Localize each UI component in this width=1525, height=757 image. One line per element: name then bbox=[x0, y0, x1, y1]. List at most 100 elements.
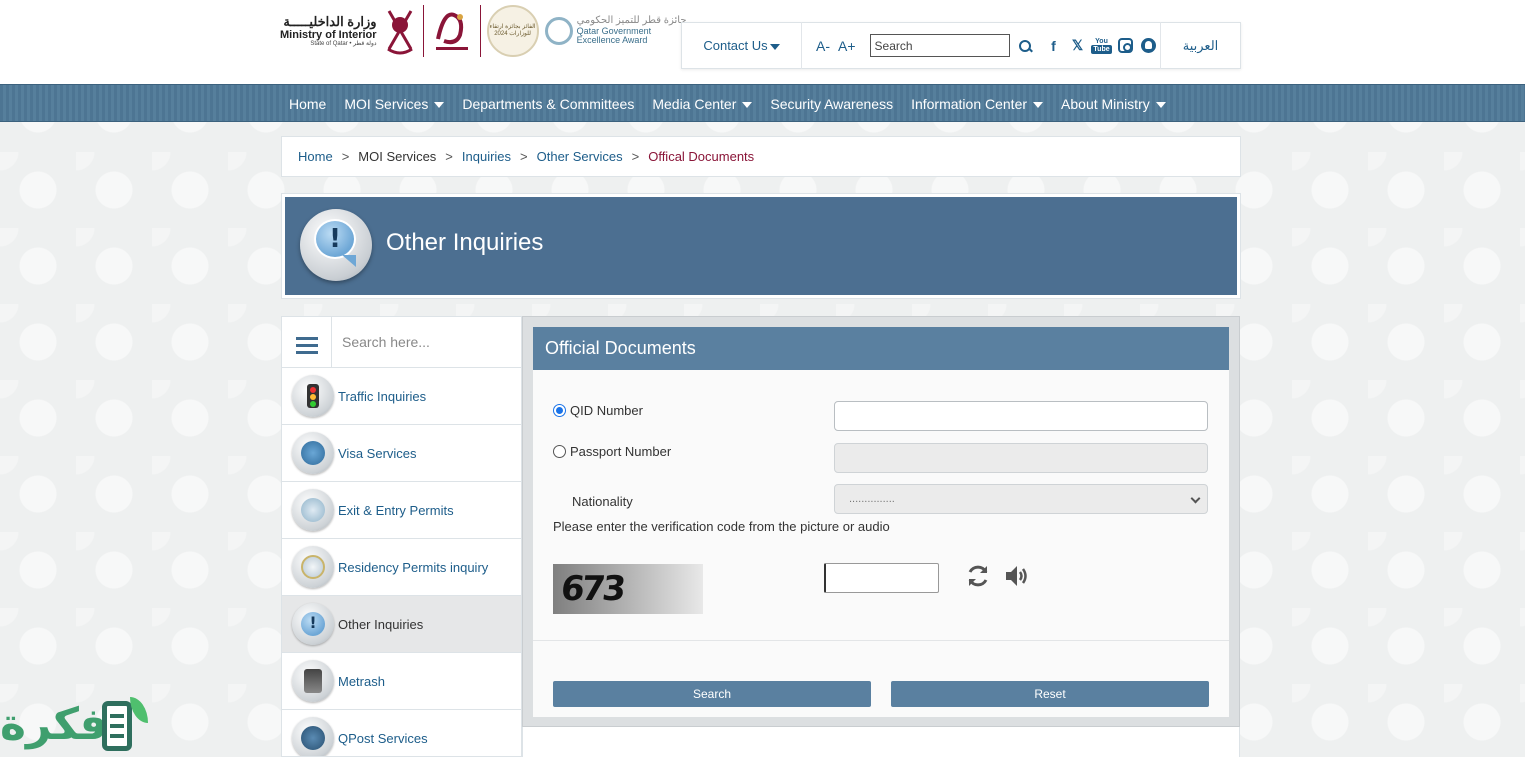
ministry-arabic-name: وزارة الداخليـــــة bbox=[283, 13, 377, 29]
passport-option[interactable]: Passport Number bbox=[553, 444, 671, 459]
nav-media-center[interactable]: Media Center bbox=[643, 85, 761, 123]
main-navigation: Home MOI Services Departments & Committe… bbox=[0, 84, 1525, 122]
font-increase-button[interactable]: A+ bbox=[838, 38, 856, 54]
nav-moi-services[interactable]: MOI Services bbox=[335, 85, 453, 123]
sidebar-item-label: QPost Services bbox=[338, 730, 428, 746]
state-name: State of Qatar • دولة قطر bbox=[310, 40, 377, 47]
qid-label: QID Number bbox=[570, 403, 643, 418]
services-sidebar: Traffic Inquiries Visa Services Exit & E… bbox=[281, 316, 522, 757]
passport-radio[interactable] bbox=[553, 445, 566, 458]
breadcrumb-other-services[interactable]: Other Services bbox=[537, 149, 623, 164]
page-banner: Other Inquiries bbox=[281, 193, 1241, 299]
breadcrumb: Home > MOI Services > Inquiries > Other … bbox=[281, 136, 1241, 177]
sidebar-item-residency[interactable]: Residency Permits inquiry bbox=[282, 539, 521, 596]
contact-us-dropdown[interactable]: Contact Us bbox=[682, 22, 802, 69]
passport-input[interactable] bbox=[834, 443, 1208, 473]
document-icon bbox=[102, 701, 132, 751]
breadcrumb-inquiries[interactable]: Inquiries bbox=[462, 149, 511, 164]
sidebar-search-input[interactable] bbox=[332, 317, 517, 367]
form-title: Official Documents bbox=[533, 327, 1229, 370]
airplane-icon bbox=[292, 489, 334, 531]
breadcrumb-current: Offical Documents bbox=[648, 149, 755, 164]
chevron-down-icon bbox=[1190, 493, 1201, 504]
nav-home[interactable]: Home bbox=[280, 85, 335, 123]
caret-down-icon bbox=[1033, 102, 1044, 109]
nav-departments-label: Departments & Committees bbox=[462, 96, 635, 112]
caret-down-icon bbox=[742, 102, 753, 109]
search-icon[interactable] bbox=[1018, 39, 1032, 53]
speaker-icon[interactable] bbox=[1003, 563, 1029, 589]
nav-information-center[interactable]: Information Center bbox=[902, 85, 1052, 123]
nav-security-awareness-label: Security Awareness bbox=[770, 96, 894, 112]
language-switch-link[interactable]: العربية bbox=[1160, 22, 1240, 69]
nav-security-awareness[interactable]: Security Awareness bbox=[761, 85, 902, 123]
ministry-english-name: Ministry of Interior bbox=[280, 28, 377, 41]
nav-about-ministry[interactable]: About Ministry bbox=[1052, 85, 1175, 123]
sidebar-item-label: Exit & Entry Permits bbox=[338, 502, 454, 518]
sidebar-item-qpost[interactable]: QPost Services bbox=[282, 710, 521, 756]
leaf-icon bbox=[130, 697, 148, 723]
nav-information-center-label: Information Center bbox=[911, 96, 1028, 112]
breadcrumb-separator: > bbox=[445, 149, 453, 164]
qid-input[interactable] bbox=[834, 401, 1208, 431]
nationality-selected-value: ............... bbox=[849, 493, 895, 505]
sidebar-item-other-inquiries[interactable]: Other Inquiries bbox=[282, 596, 521, 653]
snapchat-icon[interactable] bbox=[1140, 38, 1156, 53]
sidebar-item-metrash[interactable]: Metrash bbox=[282, 653, 521, 710]
breadcrumb-moi-services[interactable]: MOI Services bbox=[358, 149, 436, 164]
caret-down-icon bbox=[769, 43, 780, 50]
sidebar-item-exit-entry[interactable]: Exit & Entry Permits bbox=[282, 482, 521, 539]
passport-label: Passport Number bbox=[570, 444, 672, 459]
excellence-award-logo: جائزة قطر للتميز الحكومي Qatar Governmen… bbox=[544, 16, 687, 45]
instagram-icon[interactable] bbox=[1117, 38, 1133, 53]
sidebar-item-label: Visa Services bbox=[338, 445, 417, 461]
breadcrumb-separator: > bbox=[631, 149, 640, 164]
refresh-icon[interactable] bbox=[965, 563, 991, 589]
nav-about-ministry-label: About Ministry bbox=[1061, 96, 1150, 112]
qatar-emblem-icon bbox=[386, 10, 413, 55]
top-header: وزارة الداخليـــــة Ministry of Interior… bbox=[0, 0, 1525, 84]
menu-icon[interactable] bbox=[282, 317, 332, 368]
official-documents-form: Official Documents QID Number Passport N… bbox=[533, 327, 1229, 717]
globe-icon bbox=[292, 432, 334, 474]
captcha-code: 673 bbox=[558, 569, 626, 609]
nationality-select[interactable]: ............... bbox=[834, 484, 1208, 514]
nav-departments[interactable]: Departments & Committees bbox=[453, 85, 643, 123]
moi-logo-text[interactable]: وزارة الداخليـــــة Ministry of Interior… bbox=[280, 13, 377, 48]
sidebar-item-label: Traffic Inquiries bbox=[338, 388, 427, 404]
magnifier-document-icon bbox=[292, 546, 334, 588]
breadcrumb-home[interactable]: Home bbox=[298, 149, 333, 164]
sidebar-item-traffic[interactable]: Traffic Inquiries bbox=[282, 368, 521, 425]
logo-group: وزارة الداخليـــــة Ministry of Interior… bbox=[280, 0, 687, 62]
nav-media-center-label: Media Center bbox=[652, 96, 737, 112]
captcha-image: 673 bbox=[553, 564, 703, 614]
sidebar-item-label: Metrash bbox=[338, 673, 385, 689]
mobile-phone-icon bbox=[292, 660, 334, 702]
x-twitter-icon[interactable]: 𝕏 bbox=[1070, 37, 1086, 54]
traffic-light-icon bbox=[292, 375, 334, 417]
fikra-watermark-logo: فكرة bbox=[0, 695, 152, 757]
facebook-icon[interactable]: f bbox=[1046, 38, 1062, 54]
sidebar-item-visa[interactable]: Visa Services bbox=[282, 425, 521, 482]
logo-divider bbox=[479, 5, 481, 57]
nav-moi-services-label: MOI Services bbox=[344, 96, 429, 112]
nationality-label: Nationality bbox=[572, 494, 633, 509]
social-links: f 𝕏 You Tube bbox=[1046, 37, 1156, 54]
site-search-input[interactable] bbox=[869, 34, 1010, 57]
content-footer-area bbox=[522, 727, 1240, 757]
utility-bar: Contact Us A- A+ f 𝕏 YouTube العربية bbox=[681, 22, 1241, 69]
caret-down-icon bbox=[434, 102, 445, 109]
watermark-text: فكرة bbox=[0, 699, 108, 750]
qid-radio[interactable] bbox=[553, 404, 566, 417]
reset-button[interactable]: Reset bbox=[891, 681, 1209, 707]
breadcrumb-separator: > bbox=[341, 149, 350, 164]
qid-option[interactable]: QID Number bbox=[553, 403, 643, 418]
youtube-icon[interactable]: You Tube bbox=[1091, 38, 1112, 54]
exclamation-bubble-icon bbox=[292, 603, 334, 645]
font-decrease-button[interactable]: A- bbox=[816, 38, 830, 54]
captcha-input[interactable] bbox=[824, 563, 939, 593]
family-logo-icon bbox=[435, 12, 468, 50]
search-button[interactable]: Search bbox=[553, 681, 871, 707]
form-divider bbox=[533, 640, 1229, 641]
youtube-icon-bottom: Tube bbox=[1091, 44, 1112, 54]
